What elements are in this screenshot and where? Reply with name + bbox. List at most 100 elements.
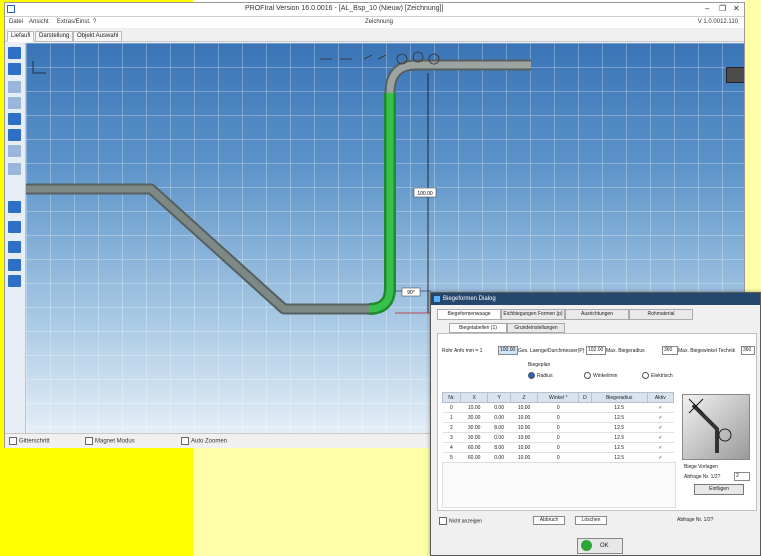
right-label-1: Biege Vorlagen — [684, 464, 718, 470]
bottom-checkbox-box[interactable] — [439, 517, 447, 525]
radio-radius[interactable]: Radius — [528, 372, 553, 379]
left-toolbar — [5, 43, 26, 433]
dialog-tab-3[interactable]: Ausrichtungen — [565, 309, 629, 320]
cell: 0 — [537, 442, 579, 453]
field2-input[interactable]: 102.00 — [586, 346, 606, 355]
delete-button[interactable]: Löschen — [575, 516, 607, 525]
tab-darstellung[interactable]: Darstellung — [35, 31, 74, 42]
menu-item-datei[interactable]: Datei — [9, 19, 23, 25]
check-icon — [581, 540, 592, 551]
table-row[interactable]: 5 60.00 0.00 10.00 0 12.5 ✓ — [442, 452, 674, 463]
home-icon[interactable] — [8, 63, 21, 75]
minimize-button[interactable]: – — [705, 4, 709, 13]
table-empty-area — [442, 462, 676, 508]
cell: 3 — [442, 432, 461, 443]
cell: ✓ — [647, 432, 674, 443]
cell: 10.00 — [510, 412, 538, 423]
status-magnet-label: Magnet Modus — [95, 438, 135, 445]
line-tool-icon[interactable] — [8, 81, 21, 93]
status-gitter[interactable]: Gitterschritt — [9, 437, 50, 445]
dialog-icon — [434, 296, 440, 302]
dialog-title-bar: Biegeformen Dialog — [431, 293, 760, 305]
radio-radius-dot[interactable] — [528, 372, 535, 379]
autozoom-checkbox[interactable] — [181, 437, 189, 445]
cell: 0 — [537, 422, 579, 433]
cell: 60.00 — [460, 452, 488, 463]
dialog-subtab-1[interactable]: Biegetabellen (1) — [449, 323, 507, 333]
cell: ✓ — [647, 412, 674, 423]
bottom-checkbox[interactable]: Nicht anzeigen — [439, 517, 482, 525]
cell: 12.5 — [591, 422, 648, 433]
app-icon — [7, 5, 15, 13]
export-tool-icon[interactable] — [8, 259, 21, 271]
menu-bar: Datei Ansicht Extras/Einst. ? Zeichnung … — [5, 17, 744, 28]
save-tool-icon[interactable] — [8, 275, 21, 287]
field4-input[interactable]: 360 — [741, 346, 755, 355]
pipe-tool-icon[interactable] — [8, 113, 21, 125]
field3-label: Max. Biegeradius — [606, 348, 645, 354]
cell: 30.00 — [460, 422, 488, 433]
gear-tool-icon[interactable] — [8, 201, 21, 213]
maximize-button[interactable]: ❐ — [719, 4, 726, 13]
field3-input[interactable]: 360 — [662, 346, 678, 355]
col-y: Y — [487, 392, 511, 403]
radio-elektrisch-label: Elektrisch — [651, 372, 673, 379]
ok-button[interactable]: OK — [577, 538, 623, 554]
table-row[interactable]: 4 60.00 8.00 10.00 0 12.5 ✓ — [442, 442, 674, 453]
tab-liefaufi[interactable]: Liefaufi — [7, 31, 35, 42]
arc-tool-icon[interactable] — [8, 145, 21, 157]
preview-bend-circle — [718, 428, 732, 442]
col-aktiv: Aktiv — [646, 392, 675, 403]
dialog-tab-4[interactable]: Rohmaterial — [629, 309, 693, 320]
radio-winkel-dot[interactable] — [584, 372, 591, 379]
cell: 10.00 — [510, 402, 538, 413]
dialog-subtab-2[interactable]: Grundeinstellungen (Alexmag) — [507, 323, 565, 339]
cell: 12.5 — [591, 442, 648, 453]
cell: 2 — [442, 422, 461, 433]
close-button[interactable]: ✕ — [733, 4, 740, 13]
status-magnet[interactable]: Magnet Modus — [85, 437, 135, 445]
group-title: Biegeplan — [528, 362, 551, 368]
cell: 12.5 — [591, 432, 648, 443]
status-autozoom[interactable]: Auto Zoomen — [181, 437, 227, 445]
cell: 8.00 — [487, 422, 511, 433]
menu-item-ansicht[interactable]: Ansicht — [29, 19, 49, 25]
bend-preview-image — [682, 394, 750, 460]
document-label: Zeichnung — [365, 19, 394, 25]
insert-button[interactable]: Einfügen — [694, 484, 744, 495]
col-z: Z — [509, 392, 539, 403]
view-cube-icon[interactable] — [726, 67, 744, 83]
cell: 12.5 — [591, 402, 648, 413]
bend-tool-icon[interactable] — [8, 129, 21, 141]
status-gitter-label: Gitterschritt — [19, 438, 50, 445]
radio-winkel[interactable]: Winkel/min — [584, 372, 617, 379]
version-label: V 1.0.0012.110 — [697, 19, 738, 25]
dialog-body: Rohr Anfo mm = 1 100.00 Ges. Laenge/Durc… — [437, 333, 757, 511]
table-row[interactable]: 1 30.00 0.00 10.00 0 12.5 ✓ — [442, 412, 674, 423]
menu-item-extras[interactable]: Extras/Einst. — [57, 19, 91, 25]
magnet-checkbox[interactable] — [85, 437, 93, 445]
fitting-tool-icon[interactable] — [8, 221, 21, 233]
abort-button[interactable]: Abbruch — [533, 516, 565, 525]
window-title: PROFIral Version 16.0.0016 - [AL_Bsp_10 … — [245, 5, 444, 12]
radio-elektrisch-dot[interactable] — [642, 372, 649, 379]
field1-input[interactable]: 100.00 — [498, 346, 518, 355]
dialog-tab-2[interactable]: Eichbiegungen Formen (p) — [501, 309, 565, 320]
tab-objekt-auswahl[interactable]: Objekt Auswahl — [73, 31, 123, 42]
new-file-icon[interactable] — [8, 47, 21, 59]
gitter-checkbox[interactable] — [9, 437, 17, 445]
list-tool-icon[interactable] — [8, 241, 21, 253]
pen-tool-icon[interactable] — [8, 97, 21, 109]
table-row[interactable]: 2 30.00 8.00 10.00 0 12.5 ✓ — [442, 422, 674, 433]
dimension-tool-icon[interactable] — [8, 163, 21, 175]
bottom-right-label: Abfrage Nr. 1/2? — [677, 517, 714, 523]
radio-elektrisch[interactable]: Elektrisch — [642, 372, 673, 379]
pipe-gray-section — [26, 183, 371, 315]
angle-value: 90° — [407, 290, 415, 296]
cell: 0 — [537, 452, 579, 463]
menu-item-help[interactable]: ? — [93, 19, 96, 25]
dialog-tab-1[interactable]: Biegeformenwaage — [437, 309, 501, 320]
right-field[interactable]: 2 — [734, 472, 750, 481]
table-row[interactable]: 0 10.00 0.00 10.00 0 12.5 ✓ — [442, 402, 674, 413]
table-row[interactable]: 3 30.00 0.00 10.00 0 12.5 ✓ — [442, 432, 674, 443]
